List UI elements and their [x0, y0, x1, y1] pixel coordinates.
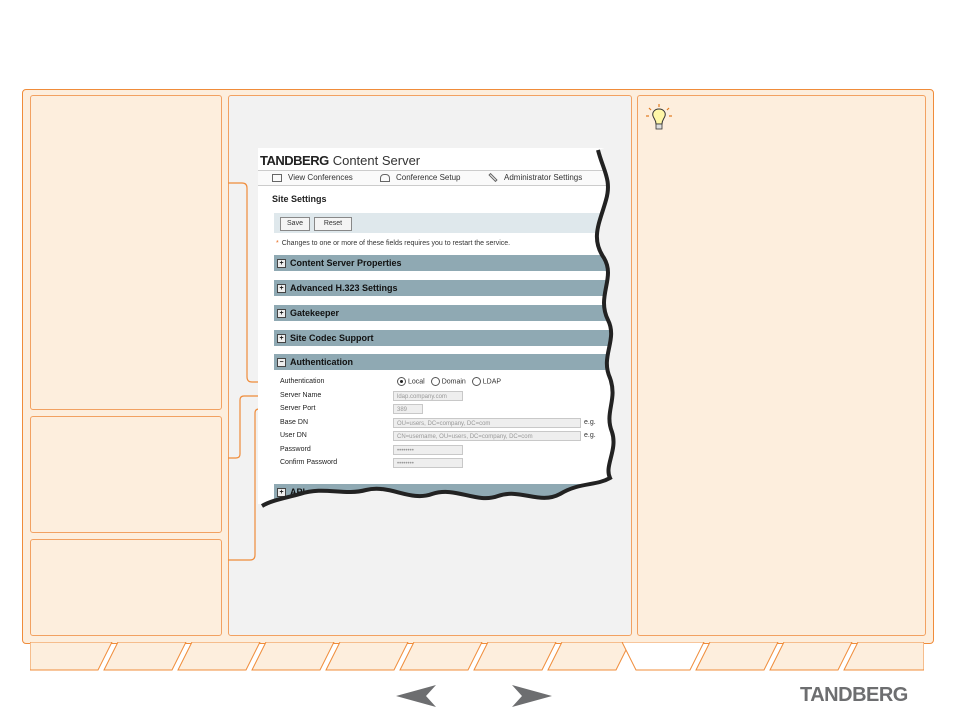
section-site-codec-support[interactable]: + Site Codec Support	[274, 330, 614, 346]
field-label-confirm-password: Confirm Password	[280, 459, 338, 466]
base-dn-hint: e.g.	[584, 419, 596, 426]
chapter-tabs	[30, 642, 924, 671]
main-nav: View Conferences Conference Setup Admini…	[258, 170, 614, 186]
field-label-password: Password	[280, 446, 311, 453]
save-button[interactable]: Save	[280, 217, 310, 231]
monitor-icon	[272, 173, 282, 182]
field-label-base-dn: Base DN	[280, 419, 309, 426]
chapter-tab-7	[473, 642, 557, 671]
section-content-server-properties[interactable]: + Content Server Properties	[274, 255, 614, 271]
field-label-authentication: Authentication	[280, 378, 325, 385]
wrench-icon	[488, 173, 498, 183]
expand-icon: +	[277, 309, 286, 319]
content-server-screenshot: TANDBERG Content Server View Conferences …	[258, 148, 614, 504]
section-api[interactable]: + API	[274, 484, 614, 500]
radio-local[interactable]	[397, 377, 406, 386]
app-logo: TANDBERG Content Server	[260, 153, 421, 168]
user-dn-hint: e.g.	[584, 432, 596, 439]
nav-administrator-settings[interactable]: Administrator Settings	[488, 173, 582, 183]
field-label-server-name: Server Name	[280, 392, 322, 399]
section-advanced-h323[interactable]: + Advanced H.323 Settings	[274, 280, 614, 296]
previous-page-arrow-icon[interactable]	[396, 685, 436, 707]
chapter-tab-5	[325, 642, 409, 671]
base-dn-input[interactable]: OU=users, DC=company, DC=com	[393, 418, 581, 428]
field-label-user-dn: User DN	[280, 432, 307, 439]
expand-icon: +	[277, 488, 286, 498]
chapter-tab-4	[251, 642, 335, 671]
chapter-tab-9-active	[621, 642, 705, 671]
action-bar: Save Reset	[274, 213, 614, 233]
chapter-tab-1	[30, 642, 113, 671]
server-name-input[interactable]: ldap.company.com	[393, 391, 463, 401]
confirm-password-input[interactable]: ••••••••	[393, 458, 463, 468]
nav-conference-setup[interactable]: Conference Setup	[380, 173, 461, 182]
chapter-tab-11	[769, 642, 853, 671]
expand-icon: +	[277, 284, 286, 294]
expand-icon: +	[277, 334, 286, 344]
user-dn-input[interactable]: CN=username, OU=users, DC=company, DC=co…	[393, 431, 581, 441]
authentication-radio-group: Local Domain LDAP	[393, 377, 501, 386]
chapter-tab-6	[399, 642, 483, 671]
chapter-tab-8	[547, 642, 631, 671]
radio-ldap[interactable]	[471, 377, 481, 386]
expand-icon: +	[277, 259, 286, 269]
password-input[interactable]: ••••••••	[393, 445, 463, 455]
field-label-server-port: Server Port	[280, 405, 316, 412]
phone-icon	[380, 173, 390, 182]
chapter-tab-12	[843, 642, 924, 671]
chapter-tab-2	[103, 642, 187, 671]
nav-view-conferences[interactable]: View Conferences	[272, 173, 353, 182]
section-gatekeeper[interactable]: + Gatekeeper	[274, 305, 614, 321]
collapse-icon: −	[277, 358, 286, 368]
reset-button[interactable]: Reset	[314, 217, 352, 231]
page-title: Site Settings	[272, 194, 327, 204]
server-port-input[interactable]: 389	[393, 404, 423, 414]
chapter-tab-10	[695, 642, 779, 671]
section-authentication[interactable]: − Authentication	[274, 354, 614, 370]
next-page-arrow-icon[interactable]	[512, 685, 552, 707]
tandberg-logo: TANDBERG	[800, 684, 908, 706]
restart-note: * Changes to one or more of these fields …	[276, 240, 511, 247]
chapter-tab-3	[177, 642, 261, 671]
radio-domain[interactable]	[430, 377, 440, 386]
